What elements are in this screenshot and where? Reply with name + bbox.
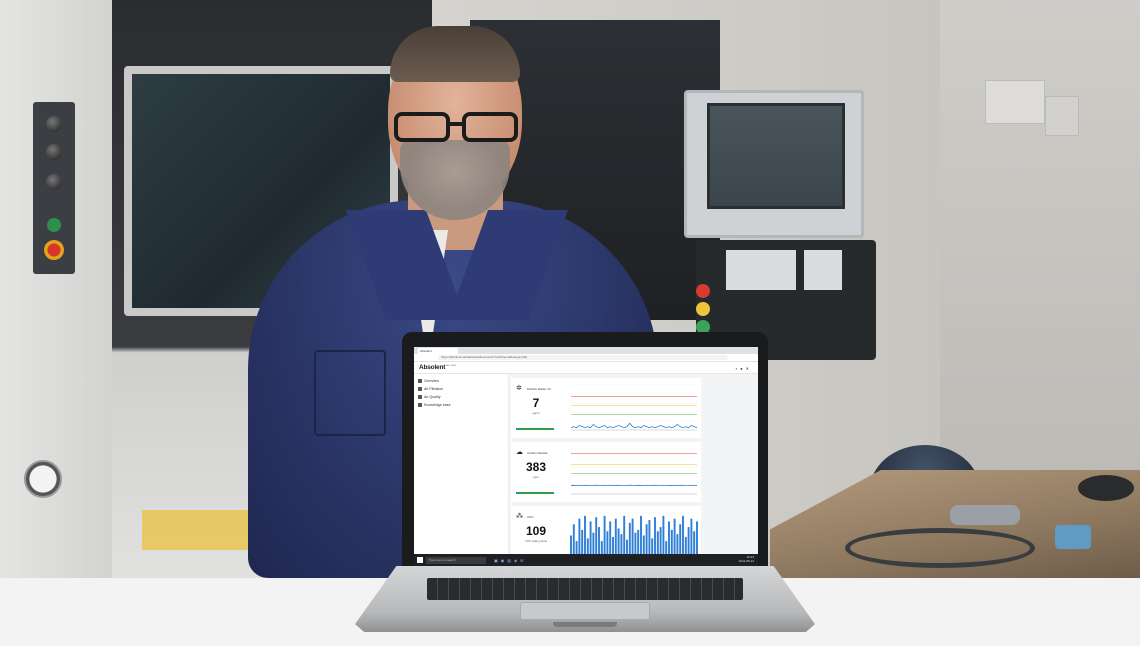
series-line bbox=[570, 422, 698, 429]
fan-icon bbox=[418, 387, 422, 391]
mail-icon[interactable]: ✉ bbox=[520, 558, 526, 563]
card-value: 7 bbox=[532, 396, 540, 410]
chart-bar bbox=[609, 521, 612, 558]
sidebar: Overview Air Filtration Air Quality Know… bbox=[414, 374, 509, 554]
grid-icon bbox=[418, 379, 422, 383]
taskbar-search-input[interactable]: Type here to search bbox=[426, 556, 486, 564]
keypad bbox=[804, 250, 842, 290]
logo-subtitle: AIR CARE bbox=[446, 365, 457, 367]
sidebar-item-overview[interactable]: Overview bbox=[418, 378, 439, 384]
jacket-pocket bbox=[314, 350, 386, 436]
lens bbox=[462, 112, 518, 142]
chart-bar bbox=[603, 515, 606, 558]
chart-bar bbox=[623, 515, 626, 558]
chart-bar bbox=[648, 520, 651, 558]
chart-bar bbox=[682, 515, 684, 558]
close-icon[interactable]: ✕ bbox=[746, 366, 752, 371]
status-bar bbox=[516, 492, 554, 494]
emergency-stop-button bbox=[44, 240, 64, 260]
wall-box bbox=[985, 80, 1045, 124]
metric-card-voc[interactable]: ⁂ VOC 109 VOC index points bbox=[511, 506, 701, 559]
sidebar-item-air-quality[interactable]: Air Quality bbox=[418, 394, 441, 400]
chart-bar bbox=[640, 515, 642, 558]
wall-box bbox=[1045, 96, 1079, 136]
windows-start-icon[interactable] bbox=[417, 557, 423, 563]
co2-icon: ☁ bbox=[516, 449, 523, 456]
chart-bar bbox=[696, 521, 698, 558]
sidebar-item-air-filtration[interactable]: Air Filtration bbox=[418, 386, 443, 392]
co2-line-chart bbox=[570, 448, 698, 495]
lens bbox=[394, 112, 450, 142]
metric-card-pm10[interactable]: ✲ Particle Matter 10 7 µg/m³ bbox=[511, 378, 701, 438]
chart-bar bbox=[628, 522, 631, 558]
chart-bar bbox=[589, 521, 592, 558]
chart-bar bbox=[645, 524, 648, 558]
url-input[interactable]: https://absolent.iot/dashboard/overview?… bbox=[438, 355, 728, 360]
card-title: VOC bbox=[527, 515, 534, 519]
keypad bbox=[726, 250, 796, 290]
sidebar-item-knowledge-base[interactable]: Knowledge base bbox=[418, 402, 451, 408]
taskbar-clock[interactable]: 10:24 2021-05-12 bbox=[739, 555, 754, 563]
card-title: Particle Matter 10 bbox=[527, 387, 551, 391]
header-icons: ▪●✕ bbox=[736, 366, 752, 371]
control-strip bbox=[33, 102, 75, 274]
app-header: Absolent AIR CARE ▪●✕ bbox=[414, 362, 758, 374]
card-unit: VOC index points bbox=[525, 539, 547, 543]
browser-tab-bar: Absolent bbox=[414, 347, 758, 354]
chart-bar bbox=[595, 517, 598, 558]
machine-cabinet-left bbox=[0, 0, 118, 578]
rotary-knob bbox=[46, 116, 62, 132]
laptop-keyboard bbox=[427, 578, 743, 600]
chart-bar bbox=[572, 524, 575, 558]
book-icon bbox=[418, 403, 422, 407]
chart-bar bbox=[654, 517, 656, 558]
taskbar-app-icons: ▣◉▤◈✉ bbox=[494, 558, 527, 563]
card-unit: ppm bbox=[533, 475, 539, 479]
warning-label bbox=[142, 510, 252, 550]
chart-bar bbox=[584, 515, 586, 558]
card-title: Carbon Dioxide bbox=[527, 451, 548, 455]
wrench-tool bbox=[950, 505, 1020, 525]
metric-card-co2[interactable]: ☁ Carbon Dioxide 383 ppm bbox=[511, 442, 701, 502]
card-value: 383 bbox=[525, 460, 547, 474]
control-panel-screen bbox=[707, 103, 845, 209]
chart-bar bbox=[679, 524, 682, 558]
hair bbox=[390, 26, 520, 82]
computer-mouse bbox=[1078, 475, 1134, 501]
card-unit: µg/m³ bbox=[532, 411, 540, 415]
dashboard-main: ✲ Particle Matter 10 7 µg/m³ ☁ Carbon Di… bbox=[509, 374, 758, 559]
card-value: 109 bbox=[525, 524, 547, 538]
machine-control-panel bbox=[684, 90, 864, 238]
rotary-knob bbox=[46, 144, 62, 160]
pressure-gauge bbox=[24, 460, 62, 498]
green-button bbox=[47, 218, 61, 232]
blue-tool bbox=[1055, 525, 1091, 549]
browser-url-bar: https://absolent.iot/dashboard/overview?… bbox=[414, 354, 758, 362]
pm10-line-chart bbox=[570, 384, 698, 431]
task-view-icon[interactable]: ▣ bbox=[494, 558, 501, 563]
red-lamp bbox=[696, 284, 710, 298]
rotary-knob bbox=[46, 174, 62, 190]
chart-bar bbox=[673, 518, 676, 558]
absolent-logo[interactable]: Absolent bbox=[419, 364, 445, 371]
status-bar bbox=[516, 428, 554, 430]
yellow-lamp bbox=[696, 302, 710, 316]
laptop-notch bbox=[553, 622, 617, 627]
chart-bar bbox=[614, 518, 617, 558]
chart-bar bbox=[578, 518, 581, 558]
cloud-icon bbox=[418, 395, 422, 399]
particle-icon: ✲ bbox=[516, 385, 522, 392]
chart-bar bbox=[668, 521, 670, 558]
cable-loop bbox=[845, 528, 1035, 568]
laptop-trackpad bbox=[520, 602, 650, 620]
chart-bar bbox=[662, 515, 665, 558]
voc-icon: ⁂ bbox=[516, 513, 523, 520]
windows-taskbar: Type here to search ▣◉▤◈✉ 10:24 2021-05-… bbox=[414, 554, 758, 566]
chart-bar bbox=[631, 518, 634, 558]
chart-bar bbox=[690, 518, 693, 558]
glasses-icon bbox=[394, 112, 518, 144]
laptop-screen: Absolent https://absolent.iot/dashboard/… bbox=[414, 347, 758, 566]
